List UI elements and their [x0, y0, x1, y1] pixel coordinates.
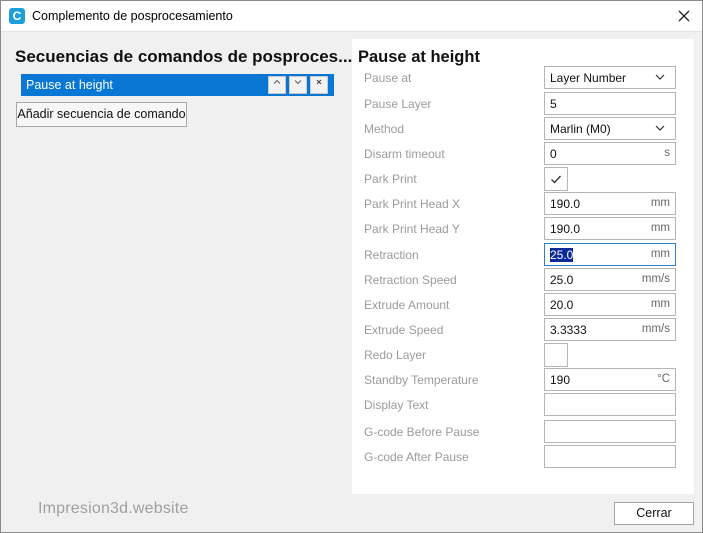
remove-script-button[interactable] — [310, 76, 328, 94]
extrude-amount-unit: mm — [650, 298, 670, 310]
gcode-after-pause-input[interactable] — [544, 445, 676, 468]
settings-panel-title: Pause at height — [358, 48, 480, 66]
pause-layer-value: 5 — [550, 97, 557, 111]
script-list-item[interactable]: Pause at height — [21, 74, 334, 96]
extrude-amount-value: 20.0 — [550, 298, 574, 312]
setting-label-park-head-x: Park Print Head X — [364, 197, 461, 211]
park-head-y-unit: mm — [650, 222, 670, 234]
park-head-y-value: 190.0 — [550, 222, 581, 236]
disarm-timeout-input[interactable]: 0 s — [544, 142, 676, 165]
park-print-checkbox[interactable] — [544, 167, 568, 191]
cura-app-icon: C — [9, 8, 25, 24]
window-title: Complemento de posprocesamiento — [32, 9, 233, 23]
setting-label-disarm-timeout: Disarm timeout — [364, 147, 445, 161]
retraction-speed-value: 25.0 — [550, 273, 574, 287]
method-select[interactable]: Marlin (M0) — [544, 117, 676, 140]
move-up-button[interactable] — [268, 76, 286, 94]
gcode-before-pause-input[interactable] — [544, 420, 676, 443]
redo-layer-checkbox[interactable] — [544, 343, 568, 367]
pause-at-value: Layer Number — [550, 71, 627, 85]
close-window-button[interactable] — [674, 6, 694, 26]
setting-label-extrude-amount: Extrude Amount — [364, 298, 450, 312]
park-head-y-input[interactable]: 190.0 mm — [544, 217, 676, 240]
script-item-label: Pause at height — [26, 78, 113, 92]
chevron-down-icon — [655, 125, 665, 131]
extrude-amount-input[interactable]: 20.0 mm — [544, 293, 676, 316]
retraction-value: 25.0 — [550, 248, 574, 262]
standby-temperature-unit: °C — [657, 373, 670, 385]
retraction-input[interactable]: 25.0 mm — [544, 243, 676, 266]
setting-label-gcode-after-pause: G-code After Pause — [364, 450, 469, 464]
disarm-timeout-unit: s — [664, 147, 670, 159]
setting-label-display-text: Display Text — [364, 398, 429, 412]
remove-icon — [316, 79, 322, 85]
setting-label-pause-layer: Pause Layer — [364, 97, 432, 111]
close-icon — [678, 10, 690, 22]
setting-label-park-head-y: Park Print Head Y — [364, 222, 460, 236]
method-value: Marlin (M0) — [550, 122, 611, 136]
retraction-speed-unit: mm/s — [641, 273, 670, 285]
setting-label-park-print: Park Print — [364, 172, 417, 186]
park-head-x-unit: mm — [650, 197, 670, 209]
scripts-heading: Secuencias de comandos de posproces... — [15, 47, 353, 66]
extrude-speed-unit: mm/s — [641, 323, 670, 335]
setting-label-gcode-before-pause: G-code Before Pause — [364, 425, 480, 439]
setting-label-pause-at: Pause at — [364, 71, 412, 85]
disarm-timeout-value: 0 — [550, 147, 557, 161]
setting-label-retraction-speed: Retraction Speed — [364, 273, 457, 287]
setting-label-method: Method — [364, 122, 405, 136]
park-head-x-input[interactable]: 190.0 mm — [544, 192, 676, 215]
setting-label-redo-layer: Redo Layer — [364, 348, 427, 362]
retraction-unit: mm — [650, 248, 670, 260]
standby-temperature-value: 190 — [550, 373, 571, 387]
park-head-x-value: 190.0 — [550, 197, 581, 211]
chevron-down-icon — [655, 74, 665, 80]
setting-label-standby-temperature: Standby Temperature — [364, 373, 479, 387]
chevron-up-icon — [273, 79, 281, 84]
standby-temperature-input[interactable]: 190 °C — [544, 368, 676, 391]
chevron-down-icon — [294, 80, 302, 85]
close-dialog-button[interactable]: Cerrar — [614, 502, 694, 525]
retraction-speed-input[interactable]: 25.0 mm/s — [544, 268, 676, 291]
settings-panel: Pause at height Pause at Layer Number Pa… — [352, 39, 694, 494]
title-bar: C Complemento de posprocesamiento — [1, 1, 702, 32]
checkmark-icon — [551, 175, 561, 184]
watermark-text: Impresion3d.website — [38, 500, 189, 517]
dialog-window: C Complemento de posprocesamiento Secuen… — [0, 0, 703, 533]
setting-label-extrude-speed: Extrude Speed — [364, 323, 444, 337]
display-text-input[interactable] — [544, 393, 676, 416]
extrude-speed-value: 3.3333 — [550, 323, 587, 337]
pause-at-select[interactable]: Layer Number — [544, 66, 676, 89]
extrude-speed-input[interactable]: 3.3333 mm/s — [544, 318, 676, 341]
move-down-button[interactable] — [289, 76, 307, 94]
setting-label-retraction: Retraction — [364, 248, 419, 262]
pause-layer-input[interactable]: 5 — [544, 92, 676, 115]
add-script-button[interactable]: Añadir secuencia de comando — [16, 102, 187, 127]
